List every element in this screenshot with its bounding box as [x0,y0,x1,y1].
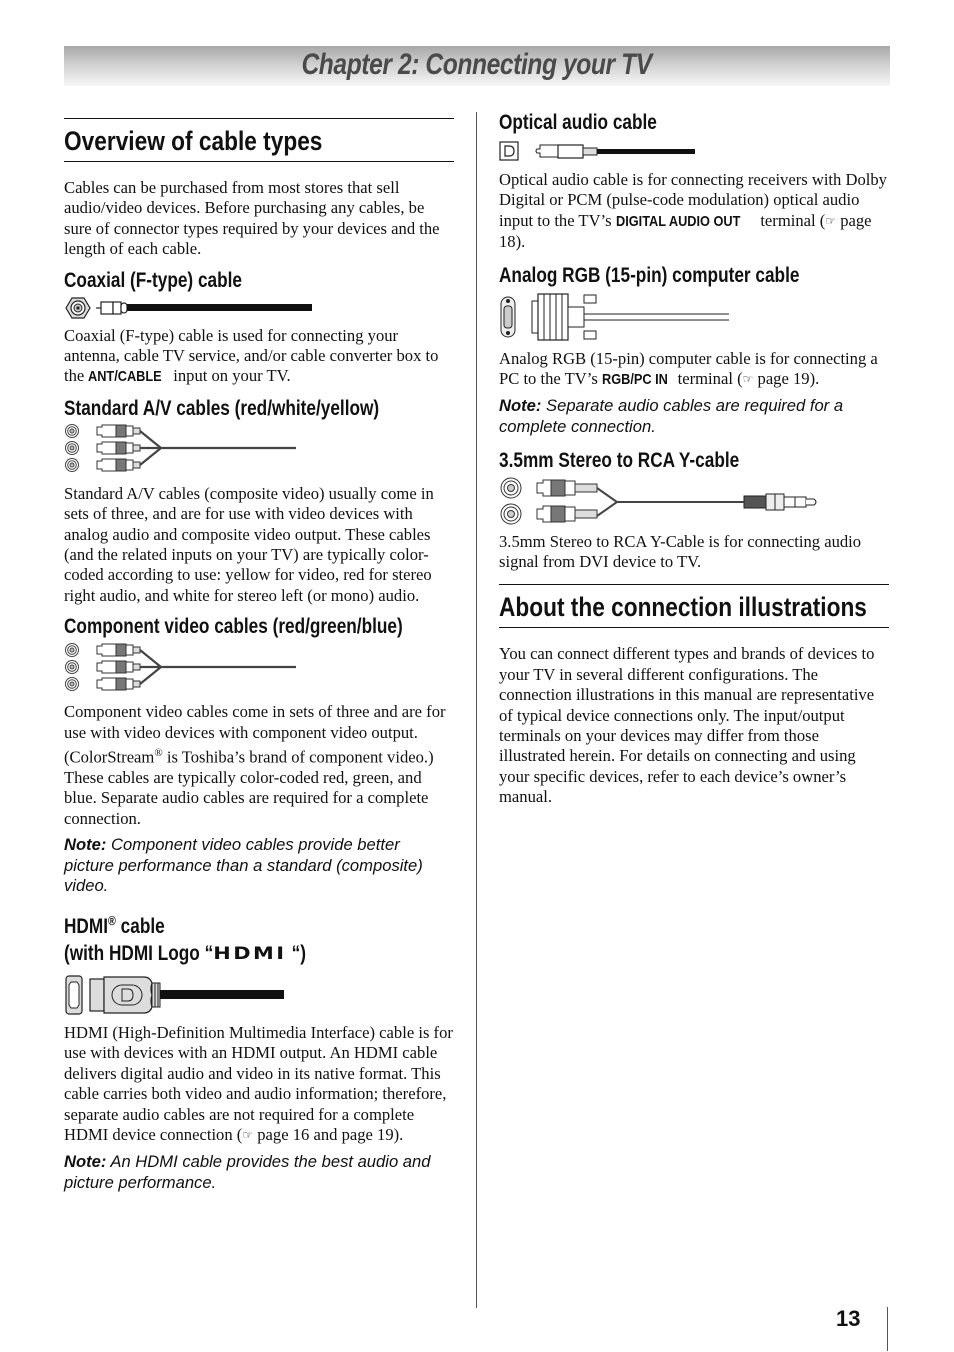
component-note: Note: Component video cables provide bet… [64,835,423,896]
section-title-about: About the connection illustrations [499,584,889,629]
stereo-text: 3.5mm Stereo to RCA Y-Cable is for conne… [499,531,862,572]
rgb-heading: Analog RGB (15-pin) computer cable [499,263,800,287]
av-text: Standard A/V cables (composite video) us… [64,483,434,605]
coaxial-cable-icon [65,297,312,319]
optical-cable-icon [499,141,695,161]
section-title-overview: Overview of cable types [64,118,454,162]
component-heading: Component video cables (red/green/blue) [64,615,403,639]
hdmi-heading: HDMI® cable (with HDMI Logo “HDMI “) [64,907,454,969]
component-cable-icon [65,643,296,692]
optical-heading: Optical audio cable [499,111,657,134]
about-text: You can connect different types and bran… [499,644,875,807]
component-text: Component video cables come in sets of t… [64,702,446,828]
hdmi-cable-icon [65,975,284,1015]
page-number: 13 [836,1306,861,1331]
column-divider [476,112,477,1308]
coaxial-text: Coaxial (F-type) cable is used for conne… [64,325,439,386]
rgb-text: Analog RGB (15-pin) computer cable is fo… [499,348,878,389]
rgb-cable-icon [500,293,729,341]
optical-text: Optical audio cable is for connecting re… [499,170,887,252]
stereo-y-cable-icon [500,477,817,525]
av-cable-icon [65,423,296,472]
left-column: Overview of cable types Cables can be pu… [64,118,454,1194]
right-column: Optical audio cable Optical audio cable … [499,110,889,808]
hdmi-logo: HDMI [213,944,287,965]
stereo-heading: 3.5mm Stereo to RCA Y-cable [499,448,740,472]
hdmi-note: Note: An HDMI cable provides the best au… [64,1152,431,1193]
av-heading: Standard A/V cables (red/white/yellow) [64,396,380,420]
hdmi-text: HDMI (High-Definition Multimedia Interfa… [64,1023,453,1145]
chapter-title: Chapter 2: Connecting your TV [301,48,653,81]
rgb-note: Note: Separate audio cables are required… [499,396,844,437]
overview-intro: Cables can be purchased from most stores… [64,178,440,259]
coaxial-heading: Coaxial (F-type) cable [64,268,242,292]
page-reference-icon: ☞ [825,213,837,228]
page-number-rule [887,1307,888,1351]
page-reference-icon: ☞ [242,1128,254,1143]
page-reference-icon: ☞ [742,372,754,387]
chapter-header-bar: Chapter 2: Connecting your TV [64,46,890,86]
